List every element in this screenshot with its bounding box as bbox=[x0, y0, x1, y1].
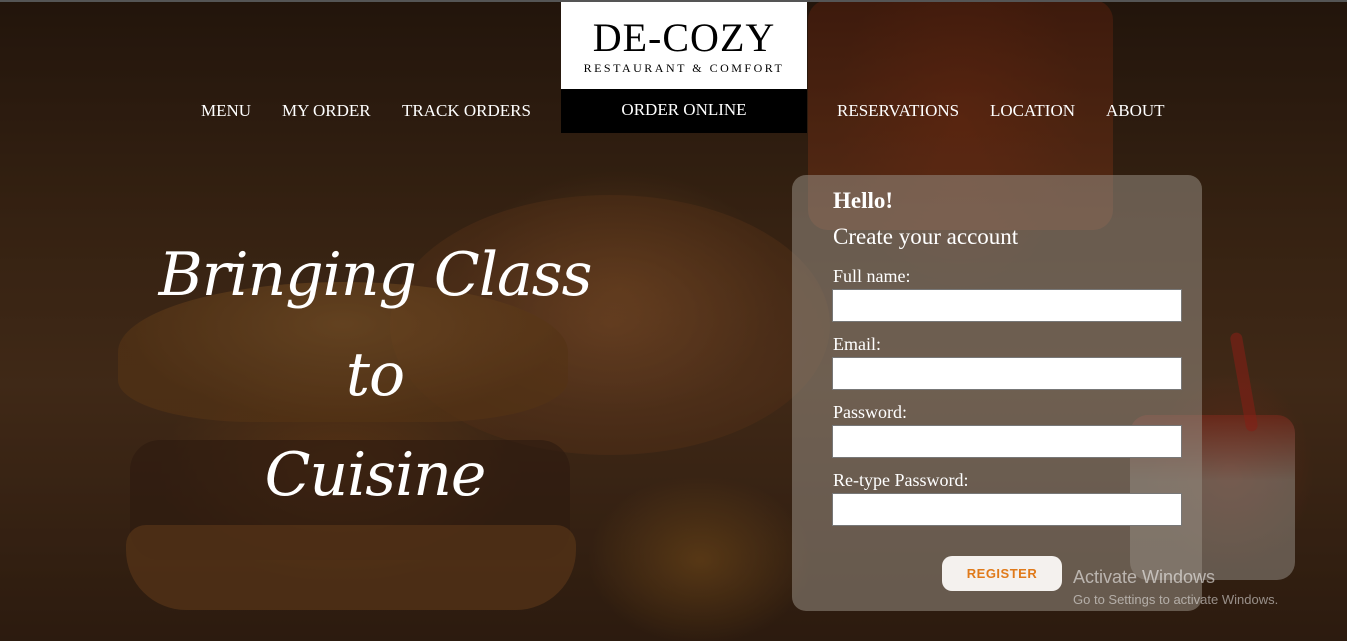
password-label: Password: bbox=[833, 402, 908, 422]
brand-subtitle: RESTAURANT & COMFORT bbox=[583, 61, 785, 75]
nav-order-online[interactable]: ORDER ONLINE bbox=[561, 89, 807, 133]
form-greeting: Hello! bbox=[833, 188, 894, 213]
nav-about[interactable]: ABOUT bbox=[1106, 101, 1165, 121]
full-name-label: Full name: bbox=[833, 266, 911, 286]
nav-my-order[interactable]: MY ORDER bbox=[282, 101, 371, 121]
form-heading: Create your account bbox=[833, 224, 1019, 249]
nav-menu[interactable]: MENU bbox=[201, 101, 251, 121]
activate-windows-title: Activate Windows bbox=[1073, 567, 1216, 587]
hero-tagline: Bringing Class to Cuisine bbox=[140, 225, 610, 525]
hero-line-2: to bbox=[345, 340, 405, 410]
retype-password-label: Re-type Password: bbox=[833, 470, 969, 490]
hero-line-1: Bringing Class bbox=[158, 240, 593, 310]
nav-location[interactable]: LOCATION bbox=[990, 101, 1075, 121]
full-name-input[interactable] bbox=[832, 289, 1182, 322]
nav-reservations[interactable]: RESERVATIONS bbox=[837, 101, 959, 121]
activate-windows-subtitle: Go to Settings to activate Windows. bbox=[1073, 592, 1279, 607]
email-label: Email: bbox=[833, 334, 881, 354]
nav-track-orders[interactable]: TRACK ORDERS bbox=[402, 101, 531, 121]
hero-line-3: Cuisine bbox=[264, 440, 487, 510]
brand-logo[interactable]: DE-COZY RESTAURANT & COMFORT bbox=[561, 2, 807, 89]
email-input[interactable] bbox=[832, 357, 1182, 390]
brand-title: DE-COZY bbox=[592, 15, 776, 60]
password-input[interactable] bbox=[832, 425, 1182, 458]
retype-password-input[interactable] bbox=[832, 493, 1182, 526]
register-button[interactable]: REGISTER bbox=[942, 556, 1062, 591]
